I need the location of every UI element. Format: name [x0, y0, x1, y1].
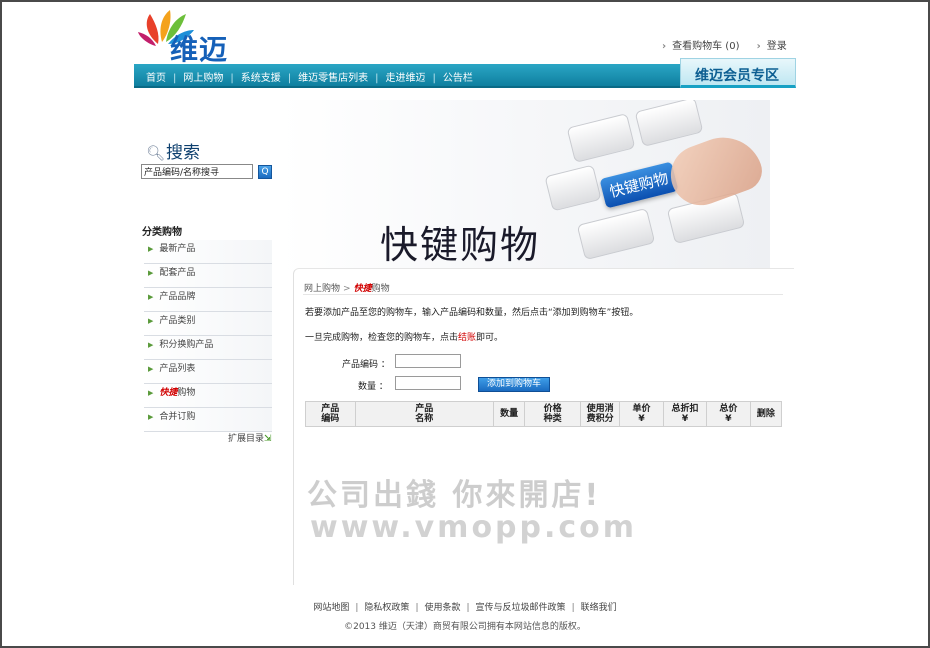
login-link[interactable]: 登录 [767, 41, 787, 52]
chevron-right-icon: › [756, 41, 761, 52]
view-cart-link[interactable]: 查看购物车 (0) [672, 41, 739, 52]
footer-links: 网站地图 | 隐私权政策 | 使用条款 | 宣传与反垃圾邮件政策 | 联络我们 [313, 603, 617, 613]
arrow-right-icon: ▶ [148, 317, 154, 325]
product-code-input[interactable] [395, 354, 461, 368]
footer-privacy-link[interactable]: 隐私权政策 [364, 603, 409, 613]
cart-table-header: 产品 编码 产品 名称 数量 价格 种类 使用消 费积分 单价 ¥ 总折扣 ¥ 总价 ¥ 删除 [305, 401, 783, 427]
banner-title: 快键购物 [380, 223, 541, 267]
expand-arrow-icon: ⇲ [264, 434, 272, 444]
search-icon: Q [261, 167, 269, 177]
keyboard-key [566, 113, 636, 163]
nav-store-list[interactable]: 维迈零售店列表 [298, 73, 368, 84]
nav-separator: | [375, 73, 379, 84]
category-item-newest[interactable]: ▶ 最新产品 [144, 240, 272, 264]
member-zone-tab[interactable]: 维迈会员专区 [680, 58, 796, 88]
footer-contact-link[interactable]: 联络我们 [581, 603, 617, 613]
arrow-right-icon: ▶ [148, 389, 154, 397]
watermark-line-1: 公司出錢 你來開店! [307, 478, 602, 513]
arrow-right-icon: ▶ [148, 413, 154, 421]
col-product-name: 产品 名称 [354, 401, 494, 427]
copyright-text: ©2013 维迈（天津）商贸有限公司拥有本网站信息的版权。 [344, 622, 586, 632]
finger-graphic [662, 126, 768, 214]
top-links: › 查看购物车 (0) › 登录 [662, 37, 787, 52]
breadcrumb-root[interactable]: 网上购物 [304, 284, 340, 294]
search-input[interactable] [141, 164, 253, 179]
footer-terms-link[interactable]: 使用条款 [424, 603, 460, 613]
arrow-right-icon: ▶ [148, 293, 154, 301]
category-title: 分类购物 [142, 227, 182, 238]
category-item-quick-shopping[interactable]: ▶ 快捷购物 [144, 384, 272, 408]
nav-bulletin[interactable]: 公告栏 [443, 73, 473, 84]
col-product-code: 产品 编码 [305, 401, 356, 427]
footer-antispam-link[interactable]: 宣传与反垃圾邮件政策 [476, 603, 566, 613]
watermark-line-2: www.vmopp.com [310, 510, 638, 545]
col-unit-price: 单价 ¥ [619, 401, 664, 427]
keyboard-key [576, 207, 656, 261]
breadcrumb: 网上购物 > 快捷购物 [304, 284, 390, 294]
expand-catalog-link[interactable]: 扩展目录⇲ [228, 431, 272, 444]
nav-separator: | [173, 73, 177, 84]
col-points: 使用消 费积分 [579, 401, 621, 427]
nav-separator: | [287, 73, 292, 84]
add-to-cart-button[interactable]: 添加到购物车 [478, 377, 550, 392]
checkout-link[interactable]: 结账 [458, 333, 476, 343]
arrow-right-icon: ▶ [148, 269, 154, 277]
col-total-price: 总价 ¥ [706, 401, 751, 427]
arrow-right-icon: ▶ [148, 245, 154, 253]
cart-table: 产品 编码 产品 名称 数量 价格 种类 使用消 费积分 单价 ¥ 总折扣 ¥ 总价 ¥ 删除 [305, 401, 783, 427]
col-delete: 删除 [749, 401, 783, 427]
category-item-type[interactable]: ▶ 产品类别 [144, 312, 272, 336]
nav-separator: | [432, 73, 436, 84]
product-code-label: 产品编码 ： [342, 360, 390, 370]
keyboard-key [544, 164, 602, 212]
nav-home[interactable]: 首页 [146, 73, 166, 84]
nav-support[interactable]: 系统支援 [241, 73, 281, 84]
logo-text: 维迈 [170, 33, 229, 66]
col-total-discount: 总折扣 ¥ [662, 401, 708, 427]
search-heading: 🔍︎搜索 [146, 138, 200, 163]
keyboard-key [634, 100, 704, 147]
nav-separator: | [230, 73, 234, 84]
nav-online-shopping[interactable]: 网上购物 [183, 73, 223, 84]
footer-sitemap-link[interactable]: 网站地图 [313, 603, 349, 613]
category-item-merge-order[interactable]: ▶ 合并订购 [144, 408, 272, 432]
main-nav: 首页 | 网上购物 | 系统支援 | 维迈零售店列表 | 走进维迈 | 公告栏 [134, 64, 682, 88]
quantity-label: 数量 ： [358, 382, 388, 392]
category-list: ▶ 最新产品 ▶ 配套产品 ▶ 产品品牌 ▶ 产品类别 ▶ 积分换购产品 ▶ 产品列表 ▶ 快… [144, 240, 272, 432]
category-item-points[interactable]: ▶ 积分换购产品 [144, 336, 272, 360]
search-title: 搜索 [166, 143, 201, 163]
banner: 快键购物 快键购物 [280, 100, 770, 270]
breadcrumb-divider [303, 294, 783, 295]
instruction-text-2: 一旦完成购物，检查您的购物车，点击结账即可。 [305, 333, 504, 343]
category-item-list[interactable]: ▶ 产品列表 [144, 360, 272, 384]
shortcut-key: 快键购物 [599, 161, 679, 209]
nav-about[interactable]: 走进维迈 [386, 73, 426, 84]
arrow-right-icon: ▶ [148, 365, 154, 373]
breadcrumb-current: 快捷购物 [353, 284, 390, 294]
arrow-right-icon: ▶ [148, 341, 154, 349]
magnifier-icon: 🔍︎ [146, 144, 166, 162]
col-price-type: 价格 种类 [524, 401, 581, 427]
chevron-right-icon: › [662, 41, 667, 52]
category-item-bundle[interactable]: ▶ 配套产品 [144, 264, 272, 288]
category-item-brand[interactable]: ▶ 产品品牌 [144, 288, 272, 312]
member-zone-label: 维迈会员专区 [695, 68, 779, 84]
instruction-text-1: 若要添加产品至您的购物车，输入产品编码和数量，然后点击“添加到购物车”按钮。 [305, 308, 639, 318]
quantity-input[interactable] [395, 376, 461, 390]
search-button[interactable]: Q [258, 165, 272, 179]
col-quantity: 数量 [492, 401, 526, 427]
